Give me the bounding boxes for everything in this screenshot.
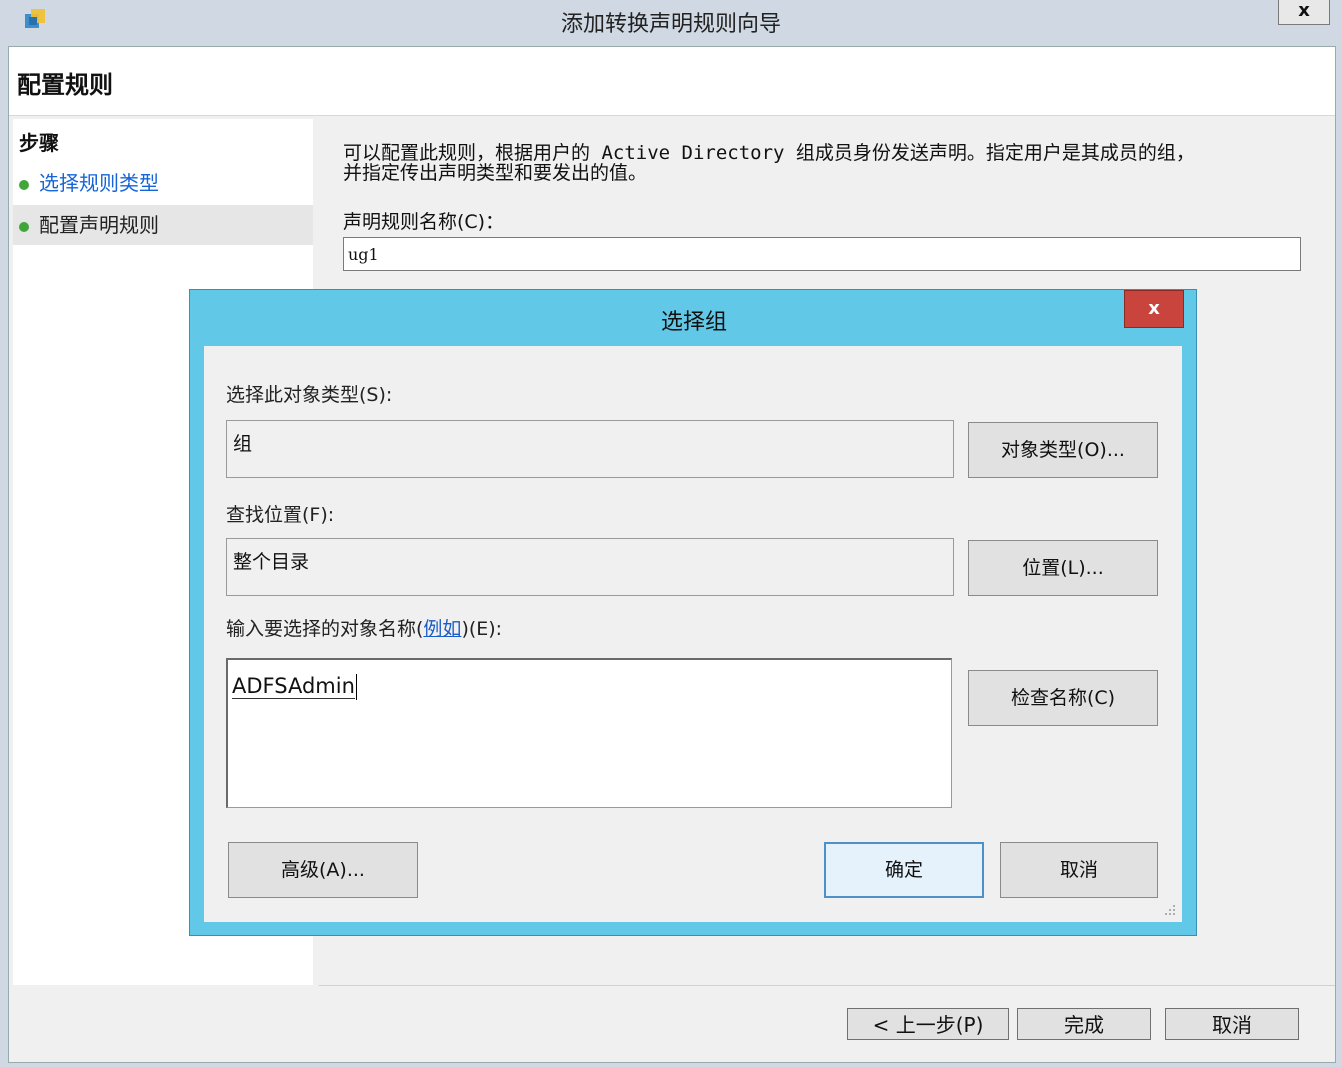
- steps-title: 步骤: [19, 131, 59, 155]
- object-types-button[interactable]: 对象类型(O)...: [968, 422, 1158, 478]
- rule-name-label: 声明规则名称(C)：: [343, 211, 505, 233]
- description-line-1: 可以配置此规则，根据用户的 Active Directory 组成员身份发送声明…: [343, 142, 1195, 164]
- object-type-label: 选择此对象类型(S):: [226, 384, 393, 406]
- advanced-button[interactable]: 高级(A)...: [228, 842, 418, 898]
- step-status-icon: [19, 221, 29, 232]
- text-caret: [355, 674, 357, 700]
- dialog-body: 选择此对象类型(S): 组 对象类型(O)... 查找位置(F): 整个目录 位…: [204, 346, 1182, 922]
- window-title: 添加转换声明规则向导: [560, 12, 781, 37]
- object-type-field: 组: [226, 420, 954, 478]
- step-status-icon: [19, 179, 29, 190]
- object-names-label: 输入要选择的对象名称(例如)(E):: [226, 614, 502, 641]
- resize-grip-icon[interactable]: [1164, 904, 1176, 916]
- window-close-button[interactable]: x: [1278, 0, 1330, 25]
- object-names-value: ADFSAdmin: [232, 674, 355, 699]
- title-bar: 添加转换声明规则向导 x: [0, 0, 1342, 46]
- object-names-label-suffix: )(E):: [461, 618, 503, 640]
- examples-link[interactable]: 例如: [423, 618, 461, 640]
- rule-name-input[interactable]: ug1: [343, 237, 1301, 271]
- object-names-label-prefix: 输入要选择的对象名称(: [226, 618, 424, 640]
- location-label: 查找位置(F):: [226, 504, 335, 526]
- cancel-button[interactable]: 取消: [1165, 1008, 1299, 1040]
- dialog-cancel-button[interactable]: 取消: [1000, 842, 1158, 898]
- page-header: 配置规则: [9, 47, 1335, 116]
- rule-description: 可以配置此规则，根据用户的 Active Directory 组成员身份发送声明…: [343, 143, 1313, 183]
- description-line-2: 并指定传出声明类型和要发出的值。: [343, 162, 648, 184]
- locations-button[interactable]: 位置(L)...: [968, 540, 1158, 596]
- step-label: 配置声明规则: [39, 213, 159, 237]
- object-names-input[interactable]: ADFSAdmin: [226, 658, 952, 808]
- dialog-close-button[interactable]: x: [1124, 290, 1184, 328]
- ok-button[interactable]: 确定: [824, 842, 984, 898]
- step-select-rule-type[interactable]: 选择规则类型: [13, 163, 313, 203]
- steps-panel-bottom: [13, 985, 313, 1061]
- step-configure-claim-rule[interactable]: 配置声明规则: [13, 205, 313, 245]
- wizard-footer: < 上一步(P) 完成 取消: [319, 985, 1335, 1062]
- select-group-dialog: 选择组 x 选择此对象类型(S): 组 对象类型(O)... 查找位置(F): …: [189, 289, 1197, 936]
- location-field: 整个目录: [226, 538, 954, 596]
- back-button[interactable]: < 上一步(P): [847, 1008, 1009, 1040]
- step-label: 选择规则类型: [39, 171, 159, 195]
- page-title: 配置规则: [17, 70, 113, 99]
- finish-button[interactable]: 完成: [1017, 1008, 1151, 1040]
- check-names-button[interactable]: 检查名称(C): [968, 670, 1158, 726]
- object-names-text: ADFSAdmin: [232, 674, 357, 700]
- dialog-title: 选择组: [660, 310, 727, 335]
